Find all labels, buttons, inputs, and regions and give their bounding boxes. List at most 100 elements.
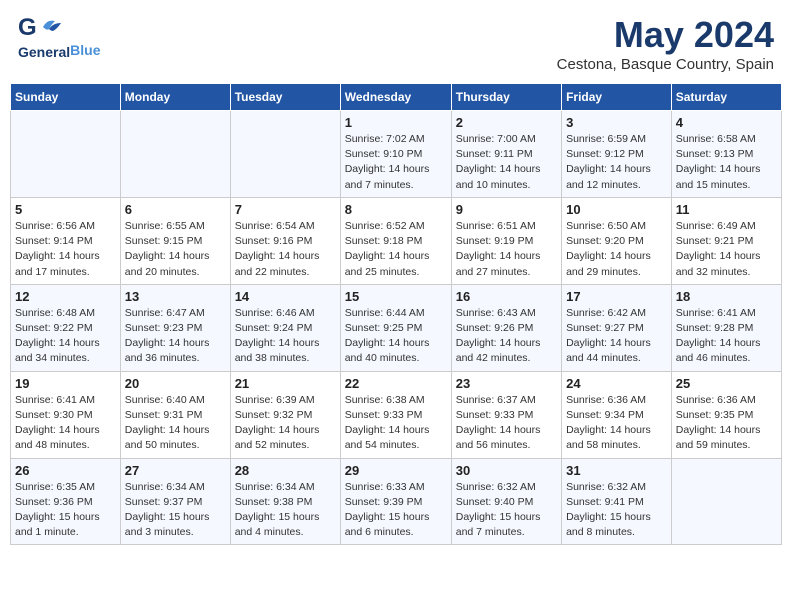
logo: G General Blue xyxy=(18,14,100,60)
calendar-week-row: 12 Sunrise: 6:48 AM Sunset: 9:22 PM Dayli… xyxy=(11,284,782,371)
day-number: 1 xyxy=(345,115,447,130)
day-info: Sunrise: 6:54 AM Sunset: 9:16 PM Dayligh… xyxy=(235,219,336,280)
weekday-header-cell: Wednesday xyxy=(340,84,451,111)
day-number: 10 xyxy=(566,202,667,217)
calendar-week-row: 5Sunrise: 6:56 AM Sunset: 9:14 PM Daylig… xyxy=(11,197,782,284)
calendar-day-cell: 23 Sunrise: 6:37 AM Sunset: 9:33 PM Dayli… xyxy=(451,371,561,458)
logo-bird-icon xyxy=(39,17,63,39)
day-info: Sunrise: 6:35 AM Sunset: 9:36 PM Dayligh… xyxy=(15,480,116,541)
day-number: 24 xyxy=(566,376,667,391)
day-info: Sunrise: 6:32 AM Sunset: 9:41 PM Dayligh… xyxy=(566,480,667,541)
day-info: Sunrise: 6:34 AM Sunset: 9:38 PM Dayligh… xyxy=(235,480,336,541)
calendar-day-cell: 24 Sunrise: 6:36 AM Sunset: 9:34 PM Dayli… xyxy=(562,371,672,458)
day-number: 4 xyxy=(676,115,777,130)
day-info: Sunrise: 6:39 AM Sunset: 9:32 PM Dayligh… xyxy=(235,393,336,454)
calendar-day-cell: 8Sunrise: 6:52 AM Sunset: 9:18 PM Daylig… xyxy=(340,197,451,284)
calendar-week-row: 1Sunrise: 7:02 AM Sunset: 9:10 PM Daylig… xyxy=(11,111,782,198)
day-info: Sunrise: 6:32 AM Sunset: 9:40 PM Dayligh… xyxy=(456,480,557,541)
day-info: Sunrise: 6:36 AM Sunset: 9:34 PM Dayligh… xyxy=(566,393,667,454)
day-info: Sunrise: 6:37 AM Sunset: 9:33 PM Dayligh… xyxy=(456,393,557,454)
day-info: Sunrise: 6:48 AM Sunset: 9:22 PM Dayligh… xyxy=(15,306,116,367)
day-number: 11 xyxy=(676,202,777,217)
calendar-day-cell: 18Sunrise: 6:41 AM Sunset: 9:28 PM Dayli… xyxy=(671,284,781,371)
page-header: G General Blue May 2024 Cestona, Basque … xyxy=(10,10,782,77)
day-info: Sunrise: 6:46 AM Sunset: 9:24 PM Dayligh… xyxy=(235,306,336,367)
day-info: Sunrise: 6:49 AM Sunset: 9:21 PM Dayligh… xyxy=(676,219,777,280)
day-info: Sunrise: 6:51 AM Sunset: 9:19 PM Dayligh… xyxy=(456,219,557,280)
weekday-header-cell: Monday xyxy=(120,84,230,111)
weekday-header-row: SundayMondayTuesdayWednesdayThursdayFrid… xyxy=(11,84,782,111)
logo-general-text: General xyxy=(18,44,70,60)
day-number: 22 xyxy=(345,376,447,391)
weekday-header-cell: Sunday xyxy=(11,84,121,111)
day-info: Sunrise: 6:36 AM Sunset: 9:35 PM Dayligh… xyxy=(676,393,777,454)
day-info: Sunrise: 6:47 AM Sunset: 9:23 PM Dayligh… xyxy=(125,306,226,367)
calendar-day-cell: 12 Sunrise: 6:48 AM Sunset: 9:22 PM Dayli… xyxy=(11,284,121,371)
day-number: 12 xyxy=(15,289,116,304)
day-number: 17 xyxy=(566,289,667,304)
calendar-day-cell: 13Sunrise: 6:47 AM Sunset: 9:23 PM Dayli… xyxy=(120,284,230,371)
calendar-day-cell xyxy=(120,111,230,198)
day-info: Sunrise: 6:41 AM Sunset: 9:28 PM Dayligh… xyxy=(676,306,777,367)
title-area: May 2024 Cestona, Basque Country, Spain xyxy=(557,14,774,73)
calendar-day-cell: 27 Sunrise: 6:34 AM Sunset: 9:37 PM Dayli… xyxy=(120,458,230,545)
day-info: Sunrise: 6:55 AM Sunset: 9:15 PM Dayligh… xyxy=(125,219,226,280)
day-info: Sunrise: 6:40 AM Sunset: 9:31 PM Dayligh… xyxy=(125,393,226,454)
calendar-day-cell: 26 Sunrise: 6:35 AM Sunset: 9:36 PM Dayli… xyxy=(11,458,121,545)
calendar-day-cell: 20Sunrise: 6:40 AM Sunset: 9:31 PM Dayli… xyxy=(120,371,230,458)
calendar-day-cell: 19 Sunrise: 6:41 AM Sunset: 9:30 PM Dayli… xyxy=(11,371,121,458)
calendar-day-cell: 14Sunrise: 6:46 AM Sunset: 9:24 PM Dayli… xyxy=(230,284,340,371)
weekday-header-cell: Thursday xyxy=(451,84,561,111)
day-info: Sunrise: 7:00 AM Sunset: 9:11 PM Dayligh… xyxy=(456,132,557,193)
weekday-header-cell: Tuesday xyxy=(230,84,340,111)
calendar-day-cell: 30Sunrise: 6:32 AM Sunset: 9:40 PM Dayli… xyxy=(451,458,561,545)
day-number: 15 xyxy=(345,289,447,304)
day-info: Sunrise: 6:41 AM Sunset: 9:30 PM Dayligh… xyxy=(15,393,116,454)
day-number: 16 xyxy=(456,289,557,304)
calendar-day-cell: 7Sunrise: 6:54 AM Sunset: 9:16 PM Daylig… xyxy=(230,197,340,284)
calendar-day-cell: 9 Sunrise: 6:51 AM Sunset: 9:19 PM Daylig… xyxy=(451,197,561,284)
month-title: May 2024 xyxy=(557,14,774,56)
day-info: Sunrise: 6:34 AM Sunset: 9:37 PM Dayligh… xyxy=(125,480,226,541)
calendar-table: SundayMondayTuesdayWednesdayThursdayFrid… xyxy=(10,83,782,545)
calendar-day-cell xyxy=(671,458,781,545)
calendar-day-cell xyxy=(11,111,121,198)
day-number: 27 xyxy=(125,463,226,478)
logo-blue-text: Blue xyxy=(70,42,100,60)
location-title: Cestona, Basque Country, Spain xyxy=(557,56,774,73)
calendar-day-cell: 25 Sunrise: 6:36 AM Sunset: 9:35 PM Dayli… xyxy=(671,371,781,458)
calendar-day-cell: 2 Sunrise: 7:00 AM Sunset: 9:11 PM Daylig… xyxy=(451,111,561,198)
day-info: Sunrise: 6:58 AM Sunset: 9:13 PM Dayligh… xyxy=(676,132,777,193)
day-number: 29 xyxy=(345,463,447,478)
day-info: Sunrise: 6:59 AM Sunset: 9:12 PM Dayligh… xyxy=(566,132,667,193)
calendar-day-cell: 4 Sunrise: 6:58 AM Sunset: 9:13 PM Daylig… xyxy=(671,111,781,198)
day-number: 21 xyxy=(235,376,336,391)
calendar-week-row: 26 Sunrise: 6:35 AM Sunset: 9:36 PM Dayli… xyxy=(11,458,782,545)
day-info: Sunrise: 6:44 AM Sunset: 9:25 PM Dayligh… xyxy=(345,306,447,367)
day-number: 3 xyxy=(566,115,667,130)
day-number: 5 xyxy=(15,202,116,217)
day-number: 23 xyxy=(456,376,557,391)
day-number: 19 xyxy=(15,376,116,391)
calendar-day-cell: 28 Sunrise: 6:34 AM Sunset: 9:38 PM Dayli… xyxy=(230,458,340,545)
logo-g-letter: G xyxy=(18,14,37,42)
calendar-body: 1Sunrise: 7:02 AM Sunset: 9:10 PM Daylig… xyxy=(11,111,782,545)
day-number: 28 xyxy=(235,463,336,478)
calendar-week-row: 19 Sunrise: 6:41 AM Sunset: 9:30 PM Dayli… xyxy=(11,371,782,458)
calendar-day-cell: 31Sunrise: 6:32 AM Sunset: 9:41 PM Dayli… xyxy=(562,458,672,545)
day-number: 25 xyxy=(676,376,777,391)
day-number: 2 xyxy=(456,115,557,130)
calendar-day-cell: 22 Sunrise: 6:38 AM Sunset: 9:33 PM Dayli… xyxy=(340,371,451,458)
day-info: Sunrise: 6:33 AM Sunset: 9:39 PM Dayligh… xyxy=(345,480,447,541)
day-info: Sunrise: 6:38 AM Sunset: 9:33 PM Dayligh… xyxy=(345,393,447,454)
calendar-day-cell: 1Sunrise: 7:02 AM Sunset: 9:10 PM Daylig… xyxy=(340,111,451,198)
calendar-day-cell: 29 Sunrise: 6:33 AM Sunset: 9:39 PM Dayli… xyxy=(340,458,451,545)
day-number: 26 xyxy=(15,463,116,478)
calendar-day-cell: 10Sunrise: 6:50 AM Sunset: 9:20 PM Dayli… xyxy=(562,197,672,284)
calendar-day-cell: 16Sunrise: 6:43 AM Sunset: 9:26 PM Dayli… xyxy=(451,284,561,371)
calendar-day-cell: 15 Sunrise: 6:44 AM Sunset: 9:25 PM Dayli… xyxy=(340,284,451,371)
calendar-day-cell: 11 Sunrise: 6:49 AM Sunset: 9:21 PM Dayli… xyxy=(671,197,781,284)
day-number: 8 xyxy=(345,202,447,217)
calendar-day-cell: 6Sunrise: 6:55 AM Sunset: 9:15 PM Daylig… xyxy=(120,197,230,284)
day-number: 9 xyxy=(456,202,557,217)
